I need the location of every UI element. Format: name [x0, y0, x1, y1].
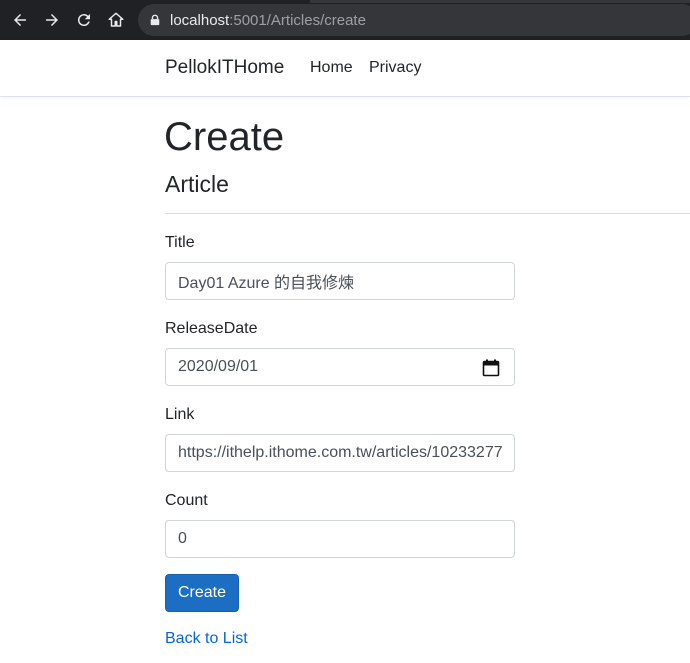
url-host: localhost	[170, 11, 230, 29]
release-date-input[interactable]: 2020/09/01	[165, 348, 515, 386]
link-label: Link	[165, 406, 195, 423]
site-navbar: PellokITHome Home Privacy	[0, 40, 690, 97]
lock-icon	[148, 13, 162, 27]
title-label: Title	[165, 234, 195, 251]
count-input-value: 0	[178, 530, 187, 547]
nav-link-privacy[interactable]: Privacy	[369, 59, 421, 77]
forward-arrow-icon[interactable]	[40, 8, 64, 32]
link-input[interactable]: https://ithelp.ithome.com.tw/articles/10…	[165, 434, 515, 472]
release-date-value: 2020/09/01	[178, 358, 259, 375]
address-url: localhost:5001/Articles/create	[170, 12, 366, 29]
count-label: Count	[165, 492, 208, 509]
navbar-brand[interactable]: PellokITHome	[165, 57, 284, 79]
home-icon[interactable]	[104, 8, 128, 32]
page-subtitle: Article	[165, 171, 229, 197]
calendar-icon[interactable]	[482, 359, 500, 377]
browser-toolbar: localhost:5001/Articles/create	[0, 0, 690, 40]
tab-strip	[310, 0, 690, 3]
back-arrow-icon[interactable]	[8, 8, 32, 32]
title-input[interactable]: Day01 Azure 的自我修煉	[165, 262, 515, 300]
url-path: :5001/Articles/create	[229, 11, 366, 29]
release-date-label: ReleaseDate	[165, 320, 258, 337]
create-button[interactable]: Create	[165, 574, 239, 612]
address-bar[interactable]: localhost:5001/Articles/create	[138, 4, 690, 36]
title-input-value: Day01 Azure 的自我修煉	[178, 275, 355, 292]
nav-link-home[interactable]: Home	[310, 59, 353, 77]
back-to-list-link[interactable]: Back to List	[165, 630, 248, 648]
divider	[165, 213, 690, 214]
reload-icon[interactable]	[72, 8, 96, 32]
link-input-value: https://ithelp.ithome.com.tw/articles/10…	[178, 444, 502, 461]
count-input[interactable]: 0	[165, 520, 515, 558]
page-title: Create	[164, 115, 285, 159]
